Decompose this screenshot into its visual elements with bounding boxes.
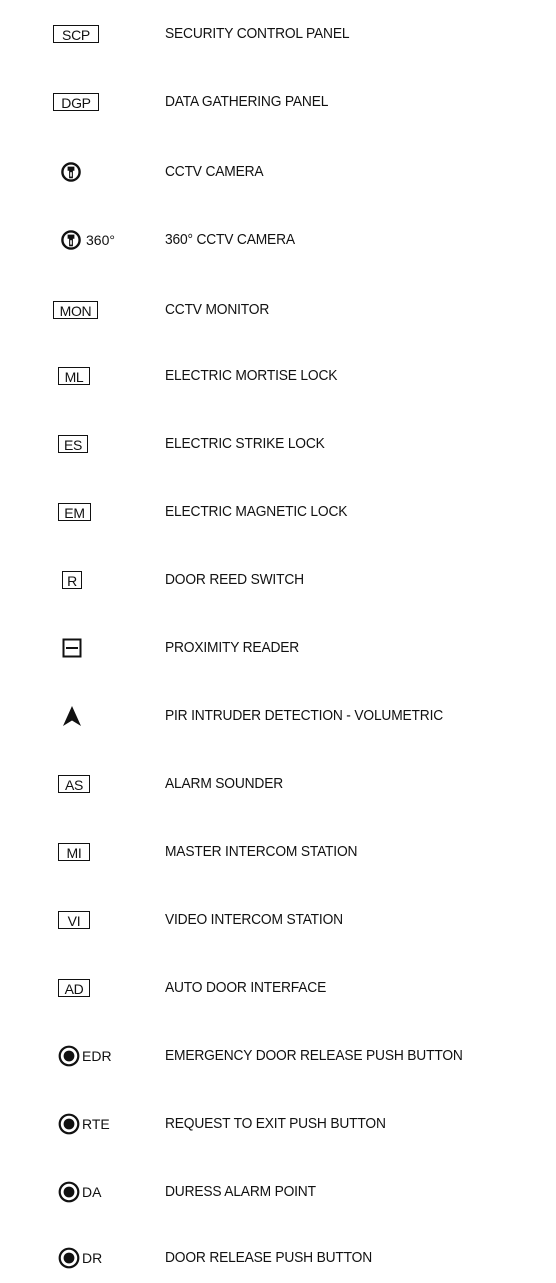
legend-row-ad: AD AUTO DOOR INTERFACE [0,968,556,1008]
legend-row-mon: MON CCTV MONITOR [0,290,556,330]
symbol-cell [40,696,150,736]
symbol-cell [40,152,150,192]
ml-symbol: ML [58,367,90,385]
legend-row-rte: RTE REQUEST TO EXIT PUSH BUTTON [0,1104,556,1144]
legend-description: MASTER INTERCOM STATION [165,843,358,860]
symbol-cell: AS [40,764,150,804]
legend-description: ALARM SOUNDER [165,775,284,792]
legend-row-edr: EDR EMERGENCY DOOR RELEASE PUSH BUTTON [0,1036,556,1076]
legend-row-da: DA DURESS ALARM POINT [0,1172,556,1212]
symbol-legend: SCP SECURITY CONTROL PANEL DGP DATA GATH… [0,0,556,1283]
legend-description: PROXIMITY READER [165,639,300,656]
legend-row-proximity-reader: PROXIMITY READER [0,628,556,668]
camera-360-label: 360° [86,232,115,248]
legend-description: AUTO DOOR INTERFACE [165,979,327,996]
symbol-cell: DA [40,1172,150,1212]
symbol-cell: MI [40,832,150,872]
symbol-cell: ML [40,356,150,396]
symbol-cell: SCP [40,14,150,54]
push-button-icon [58,1181,80,1203]
legend-row-scp: SCP SECURITY CONTROL PANEL [0,14,556,54]
dgp-symbol: DGP [53,93,99,111]
legend-row-pir: PIR INTRUDER DETECTION - VOLUMETRIC [0,696,556,736]
legend-description: CCTV CAMERA [165,163,264,180]
pir-arrowhead-icon [63,706,81,726]
legend-row-r: R DOOR REED SWITCH [0,560,556,600]
legend-row-mi: MI MASTER INTERCOM STATION [0,832,556,872]
symbol-cell: RTE [40,1104,150,1144]
legend-description: ELECTRIC MAGNETIC LOCK [165,503,348,520]
symbol-cell [40,628,150,668]
legend-row-dgp: DGP DATA GATHERING PANEL [0,82,556,122]
mon-symbol: MON [53,301,98,319]
es-symbol: ES [58,435,88,453]
symbol-cell: MON [40,290,150,330]
symbol-cell: DR [40,1238,150,1278]
legend-row-cctv-camera: CCTV CAMERA [0,152,556,192]
as-symbol: AS [58,775,90,793]
legend-row-dr: DR DOOR RELEASE PUSH BUTTON [0,1238,556,1278]
legend-description: DATA GATHERING PANEL [165,93,329,110]
push-button-code: DR [82,1250,103,1266]
symbol-cell: 360° [40,220,150,260]
legend-description: ELECTRIC MORTISE LOCK [165,367,338,384]
push-button-code: DA [82,1184,102,1200]
legend-row-em: EM ELECTRIC MAGNETIC LOCK [0,492,556,532]
push-button-code: RTE [82,1116,110,1132]
legend-description: 360° CCTV CAMERA [165,231,295,248]
legend-description: DOOR REED SWITCH [165,571,304,588]
symbol-cell: R [40,560,150,600]
cctv-camera-360-icon [61,230,81,250]
legend-description: VIDEO INTERCOM STATION [165,911,343,928]
ad-symbol: AD [58,979,90,997]
em-symbol: EM [58,503,91,521]
symbol-cell: ES [40,424,150,464]
symbol-cell: AD [40,968,150,1008]
proximity-reader-icon [62,638,82,658]
vi-symbol: VI [58,911,90,929]
symbol-cell: VI [40,900,150,940]
legend-row-es: ES ELECTRIC STRIKE LOCK [0,424,556,464]
mi-symbol: MI [58,843,90,861]
push-button-icon [58,1045,80,1067]
legend-description: DOOR RELEASE PUSH BUTTON [165,1249,372,1266]
cctv-camera-icon [61,162,81,182]
legend-description: CCTV MONITOR [165,301,270,318]
legend-description: PIR INTRUDER DETECTION - VOLUMETRIC [165,707,444,724]
legend-row-ml: ML ELECTRIC MORTISE LOCK [0,356,556,396]
symbol-cell: DGP [40,82,150,122]
legend-description: ELECTRIC STRIKE LOCK [165,435,325,452]
legend-row-vi: VI VIDEO INTERCOM STATION [0,900,556,940]
legend-row-as: AS ALARM SOUNDER [0,764,556,804]
symbol-cell: EM [40,492,150,532]
legend-description: EMERGENCY DOOR RELEASE PUSH BUTTON [165,1047,463,1064]
scp-symbol: SCP [53,25,99,43]
legend-description: DURESS ALARM POINT [165,1183,316,1200]
legend-description: REQUEST TO EXIT PUSH BUTTON [165,1115,386,1132]
push-button-icon [58,1113,80,1135]
symbol-cell: EDR [40,1036,150,1076]
legend-row-360-cctv-camera: 360° 360° CCTV CAMERA [0,220,556,260]
push-button-icon [58,1247,80,1269]
push-button-code: EDR [82,1048,112,1064]
legend-description: SECURITY CONTROL PANEL [165,25,350,42]
reed-switch-symbol: R [62,571,82,589]
